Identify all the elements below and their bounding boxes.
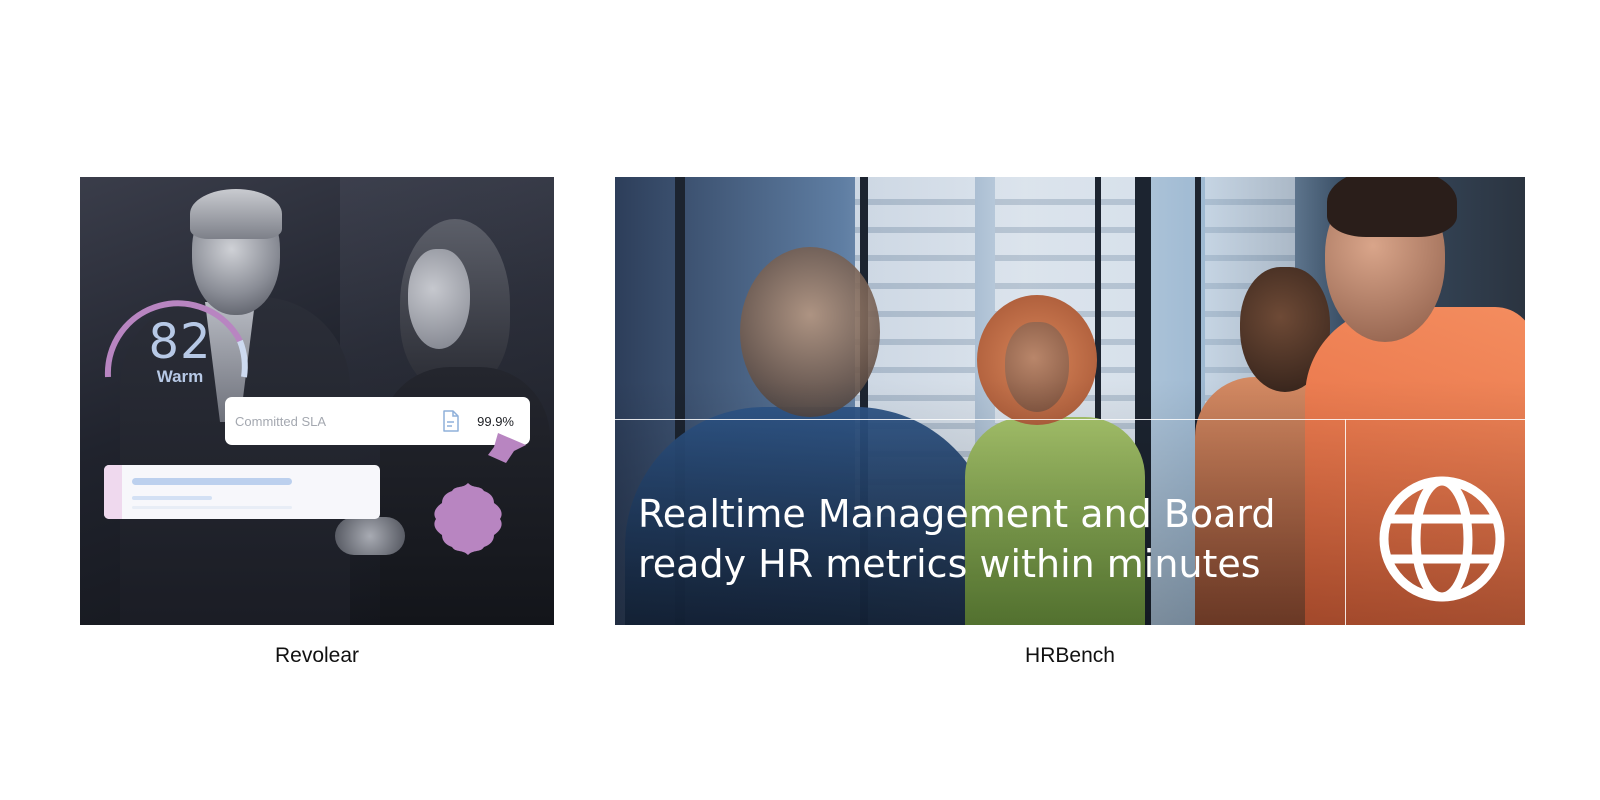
hrbench-card[interactable]: Realtime Management and Board ready HR m… bbox=[615, 177, 1525, 668]
sla-value: 99.9% bbox=[477, 413, 514, 429]
grid-line-vertical bbox=[1345, 419, 1346, 625]
gauge-label: Warm bbox=[156, 367, 204, 386]
revolear-card[interactable]: 82 Warm Committed SLA 99.9% Revolear bbox=[80, 177, 554, 668]
headline: Realtime Management and Board ready HR m… bbox=[638, 489, 1338, 589]
document-icon bbox=[443, 410, 459, 432]
revolear-caption[interactable]: Revolear bbox=[80, 644, 554, 668]
globe-icon bbox=[1379, 476, 1505, 602]
sla-label: Committed SLA bbox=[235, 413, 327, 429]
headline-line-2: ready HR metrics within minutes bbox=[638, 542, 1261, 586]
gauge-score: 82 bbox=[148, 314, 212, 370]
purple-corner-shape bbox=[488, 433, 526, 463]
hrbench-caption[interactable]: HRBench bbox=[615, 644, 1525, 668]
skeleton-card bbox=[104, 465, 380, 519]
revolear-thumbnail[interactable]: 82 Warm Committed SLA 99.9% bbox=[80, 177, 554, 625]
sla-card: Committed SLA 99.9% bbox=[225, 397, 530, 445]
hrbench-thumbnail[interactable]: Realtime Management and Board ready HR m… bbox=[615, 177, 1525, 625]
seal-badge-icon bbox=[434, 483, 502, 555]
headline-line-1: Realtime Management and Board bbox=[638, 492, 1276, 536]
grid-line-horizontal bbox=[615, 419, 1525, 420]
